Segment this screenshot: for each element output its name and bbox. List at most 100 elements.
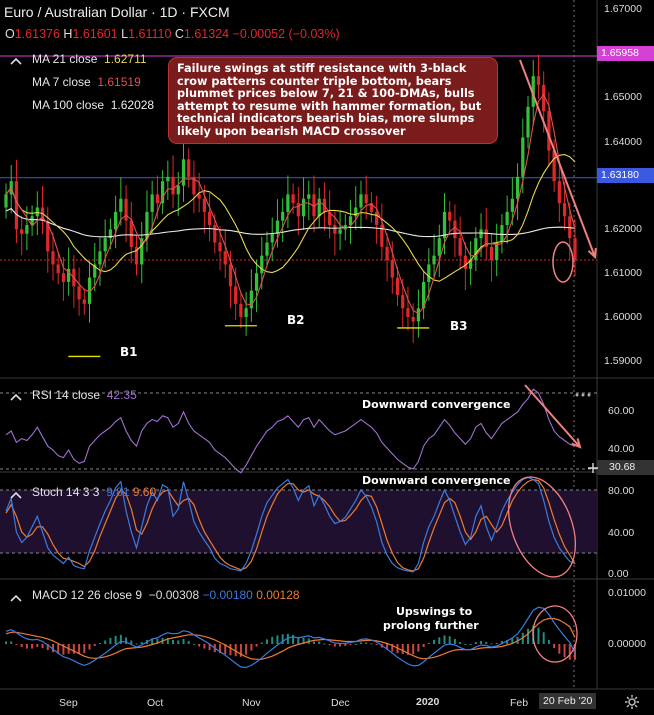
candle-body [505,211,509,226]
macd-histogram-bar [83,644,86,654]
candle-body [98,251,102,265]
stoch-legend[interactable]: Stoch 14 3 3 9.81 9.60 [32,485,156,499]
macd-histogram-bar [537,627,540,644]
chevron-up-icon[interactable] [10,590,22,608]
macd-histogram-bar [433,639,436,644]
crosshair-value-label: 30.68 [597,460,654,475]
macd-axis-tick: 0.01000 [608,587,646,599]
candle-body [166,176,170,182]
candle-body [286,194,290,212]
candle-body [562,203,567,217]
macd-histogram-bar [140,641,143,644]
candle-body [228,264,233,287]
chevron-up-glyph [10,57,22,65]
macd-histogram-bar [104,640,107,644]
macd-histogram-bar [41,644,44,649]
macd-histogram-bar [464,644,467,645]
candle-body [401,295,405,309]
candle-body [187,159,191,177]
macd-histogram-bar [182,638,185,644]
candle-body [197,194,201,199]
ohlc-readout: O1.61376 H1.61601 L1.61110 C1.61324 −0.0… [5,27,340,41]
chevron-up-icon[interactable] [10,487,22,505]
symbol-title[interactable]: Euro / Australian Dollar · 1D · FXCM [4,4,230,20]
macd-histogram-bar [448,636,451,644]
macd-histogram-bar [192,644,195,645]
high-value: 1.61601 [72,27,118,41]
candle-body [359,194,363,208]
macd-histogram-bar [328,644,331,646]
candle-body [119,198,123,212]
ma7-legend[interactable]: MA 7 close 1.61519 [32,75,141,89]
candle-body [103,238,107,252]
candle-body [239,303,243,317]
macd-histogram-bar [553,644,556,649]
candle-body [254,273,259,291]
ma7-value: 1.61519 [97,75,141,89]
rsi-legend[interactable]: RSI 14 close 42.35 [32,388,137,402]
settings-gear-glyph [625,695,639,709]
crosshair-plus-icon[interactable] [587,461,599,479]
candle-body [301,198,306,217]
candle-body [437,238,441,256]
macd-histogram-bar [260,642,263,644]
analysis-annotation[interactable]: Failure swings at stiff resistance with … [168,57,498,144]
ma100-legend[interactable]: MA 100 close 1.62028 [32,98,154,112]
chevron-up-icon[interactable] [10,389,22,407]
candle-body [521,137,525,177]
macd-histogram-bar [542,632,545,644]
macd-histogram-bar [422,644,425,648]
stoch-k-value: 9.81 [106,485,130,499]
macd-histogram-bar [72,644,75,654]
crosshair-plus-glyph [588,463,598,473]
macd-histogram-bar [172,639,175,644]
candle-body [453,220,457,239]
candle-body [375,211,379,226]
candle-body [573,238,577,261]
macd-histogram-bar [427,642,430,644]
macd-histogram-bar [370,643,373,645]
close-key: C [174,27,184,41]
candle-body [526,106,530,138]
candle-body [416,308,421,322]
time-axis-tick: Nov [242,697,261,709]
macd-histogram-bar [438,637,441,644]
chevron-up-glyph [10,393,22,401]
macd-histogram-bar [469,644,472,645]
macd-histogram-bar [36,644,39,648]
macd-histogram-bar [459,641,462,644]
candle-body [479,229,483,239]
open-value: 1.61376 [14,27,60,41]
bottom-b3-label: B3 [450,319,468,333]
macd-histogram-bar [417,644,420,652]
macd-histogram-bar [198,644,201,647]
resistance-price-label: 1.65958 [597,46,654,61]
ma21-legend[interactable]: MA 21 close 1.62711 [32,52,147,66]
candle-body [181,159,186,186]
stoch-d-value: 9.60 [132,485,157,499]
macd-histogram-bar [527,628,530,644]
low-value: 1.61110 [128,27,172,41]
candle-body [176,185,180,195]
more-options-icon[interactable] [574,388,592,407]
candle-body [265,242,269,256]
time-axis-tick: Feb [510,697,529,709]
open-key: O [5,27,15,41]
macd-histogram-bar [558,644,561,654]
macd-axis-tick: 0.00000 [608,638,646,650]
candle-body [338,229,342,234]
macd-legend[interactable]: MACD 12 26 close 9 −0.00308 −0.00180 0.0… [32,588,300,602]
candle-body [364,194,368,204]
macd-histogram-bar [292,634,295,644]
ma100-label: MA 100 close [32,98,105,112]
macd-histogram-bar [485,641,488,644]
candle-body [61,273,66,282]
price-axis-tick: 1.65000 [604,91,642,103]
candle-body [14,181,19,230]
chevron-up-icon[interactable] [10,53,22,71]
macd-histogram-bar [25,644,28,649]
rsi-label: RSI 14 close [32,388,101,402]
macd-histogram-bar [339,644,342,647]
change-value: −0.00052 (−0.03%) [232,27,340,41]
candle-body [270,233,274,243]
